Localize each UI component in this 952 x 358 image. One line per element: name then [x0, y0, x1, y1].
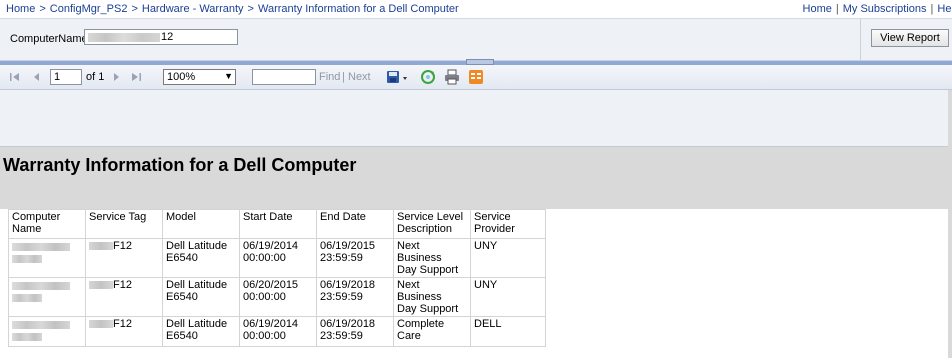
end-date-cell: 06/19/2015 23:59:59: [316, 238, 394, 278]
next-page-icon[interactable]: [110, 71, 122, 86]
model-cell: Dell Latitude E6540: [162, 277, 240, 317]
last-page-icon[interactable]: [130, 71, 142, 86]
print-icon[interactable]: [444, 69, 460, 85]
breadcrumb-current-report[interactable]: Warranty Information for a Dell Computer: [258, 3, 459, 15]
table-row: F12 Dell Latitude E6540 06/19/2014 00:00:0…: [8, 316, 546, 347]
model-cell: Dell Latitude E6540: [162, 316, 240, 347]
table-header-row: Computer Name Service Tag Model Start Dat…: [8, 209, 546, 239]
redacted-text: [12, 282, 70, 290]
start-date-cell: 06/19/2014 00:00:00: [239, 238, 317, 278]
redacted-computer-name: [88, 33, 160, 42]
start-date-cell: 06/20/2015 00:00:00: [239, 277, 317, 317]
column-header-service-tag: Service Tag: [85, 209, 163, 239]
view-report-button[interactable]: View Report: [871, 29, 949, 47]
find-next-link[interactable]: Next: [348, 71, 371, 83]
report-toolbar: of 1 100% ▼ Find | Next: [0, 65, 952, 90]
redacted-text: [89, 281, 113, 290]
redacted-text: [12, 321, 70, 329]
my-subscriptions-link[interactable]: My Subscriptions: [843, 3, 927, 15]
report-scroll-edge[interactable]: [948, 90, 952, 358]
column-header-service-provider: Service Provider: [470, 209, 546, 239]
link-divider: |: [930, 3, 934, 15]
breadcrumb-home[interactable]: Home: [6, 3, 35, 15]
redacted-text: [12, 243, 70, 251]
report-header-area: [0, 90, 952, 147]
provider-cell: DELL: [470, 316, 546, 347]
redacted-text: [89, 320, 113, 329]
report-title-band: Warranty Information for a Dell Computer: [0, 147, 948, 209]
provider-cell: UNY: [470, 277, 546, 317]
service-level-cell: Next Business Day Support: [393, 238, 471, 278]
redacted-text: [89, 242, 113, 251]
model-cell: Dell Latitude E6540: [162, 238, 240, 278]
report-title: Warranty Information for a Dell Computer: [3, 155, 357, 175]
zoom-value: 100%: [167, 71, 196, 83]
end-date-cell: 06/19/2018 23:59:59: [316, 277, 394, 317]
service-level-cell: Complete Care: [393, 316, 471, 347]
service-tag-cell: F12: [85, 277, 163, 317]
refresh-icon[interactable]: [420, 69, 436, 85]
column-header-service-level: Service Level Description: [393, 209, 471, 239]
find-separator: |: [342, 71, 345, 83]
breadcrumb-separator: >: [131, 3, 138, 15]
chevron-down-icon: ▼: [224, 71, 233, 81]
service-tag-cell: F12: [85, 238, 163, 278]
parameter-divider: [860, 19, 861, 61]
service-level-cell: Next Business Day Support: [393, 277, 471, 317]
save-export-icon[interactable]: [386, 69, 407, 85]
find-link[interactable]: Find: [319, 71, 340, 83]
breadcrumb: Home > ConfigMgr_PS2 > Hardware - Warranty > W…: [6, 3, 459, 15]
column-header-model: Model: [162, 209, 240, 239]
end-date-cell: 06/19/2018 23:59:59: [316, 316, 394, 347]
service-tag-cell: F12: [85, 316, 163, 347]
redacted-text: [12, 294, 42, 302]
top-bar: Home > ConfigMgr_PS2 > Hardware - Warranty > W…: [0, 0, 952, 19]
zoom-select[interactable]: 100% ▼: [163, 69, 236, 85]
breadcrumb-hardware-warranty[interactable]: Hardware - Warranty: [142, 3, 244, 15]
breadcrumb-separator: >: [39, 3, 46, 15]
computer-name-cell: [8, 316, 86, 347]
computer-name-label: ComputerName: [10, 33, 88, 45]
computer-name-cell: [8, 238, 86, 278]
find-input[interactable]: [252, 69, 316, 85]
link-divider: |: [835, 3, 839, 15]
start-date-cell: 06/19/2014 00:00:00: [239, 316, 317, 347]
top-links: Home|My Subscriptions|Help: [803, 3, 952, 15]
parameter-panel: ComputerName View Report: [0, 19, 952, 61]
breadcrumb-configmgr[interactable]: ConfigMgr_PS2: [50, 3, 128, 15]
help-link[interactable]: Help: [937, 3, 952, 15]
home-link[interactable]: Home: [803, 3, 832, 15]
table-row: F12 Dell Latitude E6540 06/20/2015 00:00:0…: [8, 277, 546, 317]
column-header-end-date: End Date: [316, 209, 394, 239]
breadcrumb-separator: >: [247, 3, 254, 15]
warranty-table: Computer Name Service Tag Model Start Dat…: [8, 209, 546, 347]
column-header-start-date: Start Date: [239, 209, 317, 239]
first-page-icon[interactable]: [9, 71, 21, 86]
computer-name-cell: [8, 277, 86, 317]
previous-page-icon[interactable]: [31, 71, 43, 86]
data-feed-icon[interactable]: [468, 69, 484, 85]
redacted-text: [12, 333, 42, 341]
provider-cell: UNY: [470, 238, 546, 278]
table-row: F12 Dell Latitude E6540 06/19/2014 00:00:0…: [8, 238, 546, 278]
page-count: of 1: [86, 71, 105, 83]
redacted-text: [12, 255, 42, 263]
column-header-computer-name: Computer Name: [8, 209, 86, 239]
page-number-input[interactable]: [50, 69, 82, 85]
